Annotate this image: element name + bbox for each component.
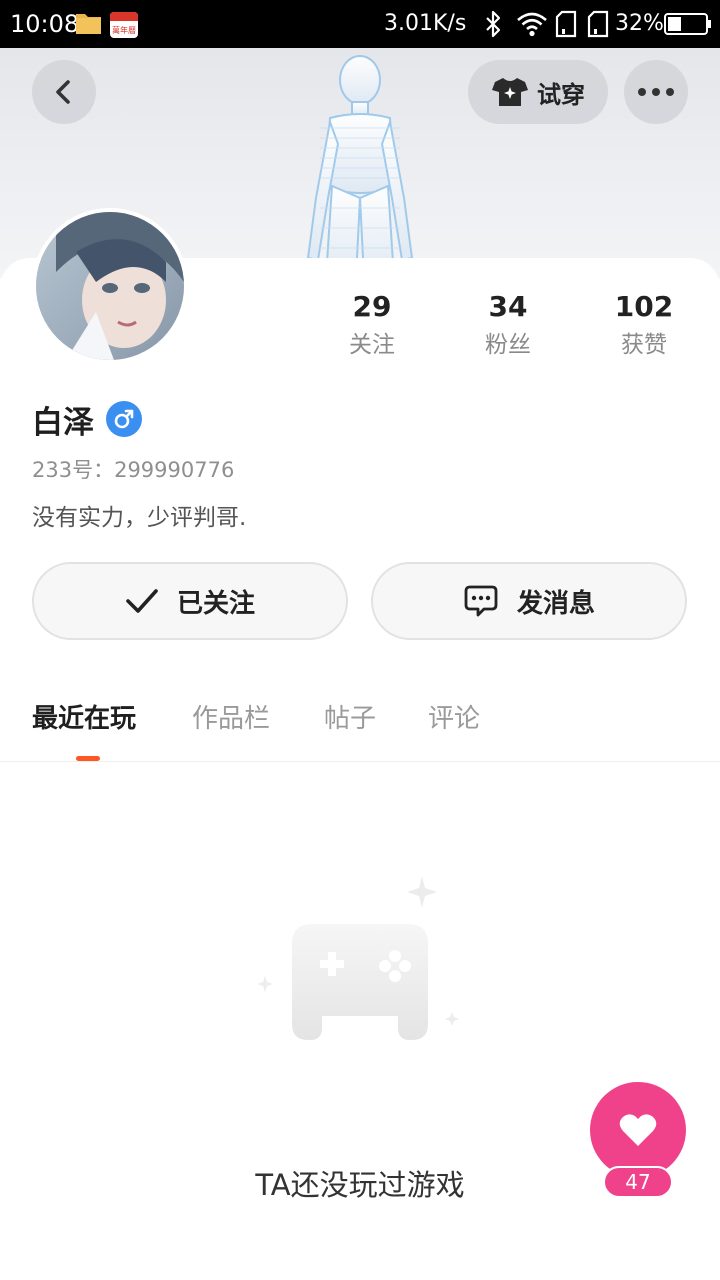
- calendar-label: 萬年曆: [112, 25, 136, 35]
- stat-following-value: 29: [352, 290, 392, 323]
- calendar-icon: 萬年曆: [110, 12, 138, 38]
- send-message-label: 发消息: [516, 588, 595, 619]
- stat-following[interactable]: 29 关注: [317, 290, 427, 362]
- chevron-left-icon: [56, 80, 70, 104]
- back-button[interactable]: [32, 60, 96, 124]
- like-count-badge: 47: [603, 1166, 673, 1198]
- try-on-label: 试穿: [537, 80, 585, 109]
- stat-fans-value: 34: [488, 290, 528, 323]
- message-bubble-icon: [464, 585, 498, 617]
- more-options-button[interactable]: [624, 60, 688, 124]
- gamepad-icon: [257, 876, 459, 1040]
- sim-card-1-icon: [555, 10, 577, 38]
- try-on-button[interactable]: 试穿: [468, 60, 608, 124]
- user-bio: 没有实力，少评判哥.: [32, 505, 247, 531]
- status-bar: 10:08 萬年曆 3.01K/s 32%: [0, 0, 720, 48]
- stat-likes-value: 102: [614, 290, 674, 323]
- stat-fans-label: 粉丝: [485, 332, 531, 358]
- tab-comments[interactable]: 评论: [428, 698, 480, 735]
- status-time: 10:08: [10, 10, 80, 38]
- tab-works[interactable]: 作品栏: [192, 698, 270, 735]
- send-message-button[interactable]: 发消息: [371, 562, 687, 640]
- avatar-image: [36, 212, 184, 360]
- username-row: 白泽: [32, 398, 142, 441]
- network-speed: 3.01K/s: [384, 11, 467, 36]
- stat-likes-label: 获赞: [621, 332, 667, 358]
- user-id: 233号：299990776: [32, 458, 235, 482]
- username: 白泽: [32, 404, 94, 441]
- tab-recently-played[interactable]: 最近在玩: [32, 698, 136, 735]
- more-dots-icon: [638, 88, 674, 96]
- avatar-figure-image: [306, 55, 414, 278]
- male-gender-icon: [106, 401, 142, 437]
- like-button[interactable]: [590, 1082, 686, 1178]
- stat-likes[interactable]: 102 获赞: [589, 290, 699, 362]
- battery-percent: 32%: [615, 11, 664, 36]
- tab-posts[interactable]: 帖子: [324, 698, 376, 735]
- active-tab-indicator: [76, 756, 100, 761]
- sim-card-2-icon: [587, 10, 609, 38]
- wifi-icon: [517, 12, 547, 37]
- tshirt-icon: [492, 78, 528, 106]
- avatar[interactable]: [32, 208, 188, 364]
- followed-button[interactable]: 已关注: [32, 562, 348, 640]
- stat-fans[interactable]: 34 粉丝: [453, 290, 563, 362]
- followed-label: 已关注: [176, 588, 255, 619]
- stat-following-label: 关注: [349, 332, 395, 358]
- folder-icon: [76, 14, 101, 34]
- bluetooth-icon: [486, 10, 501, 38]
- battery-icon: [664, 13, 711, 35]
- profile-tabs: 最近在玩 作品栏 帖子 评论: [0, 690, 720, 762]
- checkmark-icon: [126, 589, 158, 613]
- heart-icon: [619, 1114, 657, 1146]
